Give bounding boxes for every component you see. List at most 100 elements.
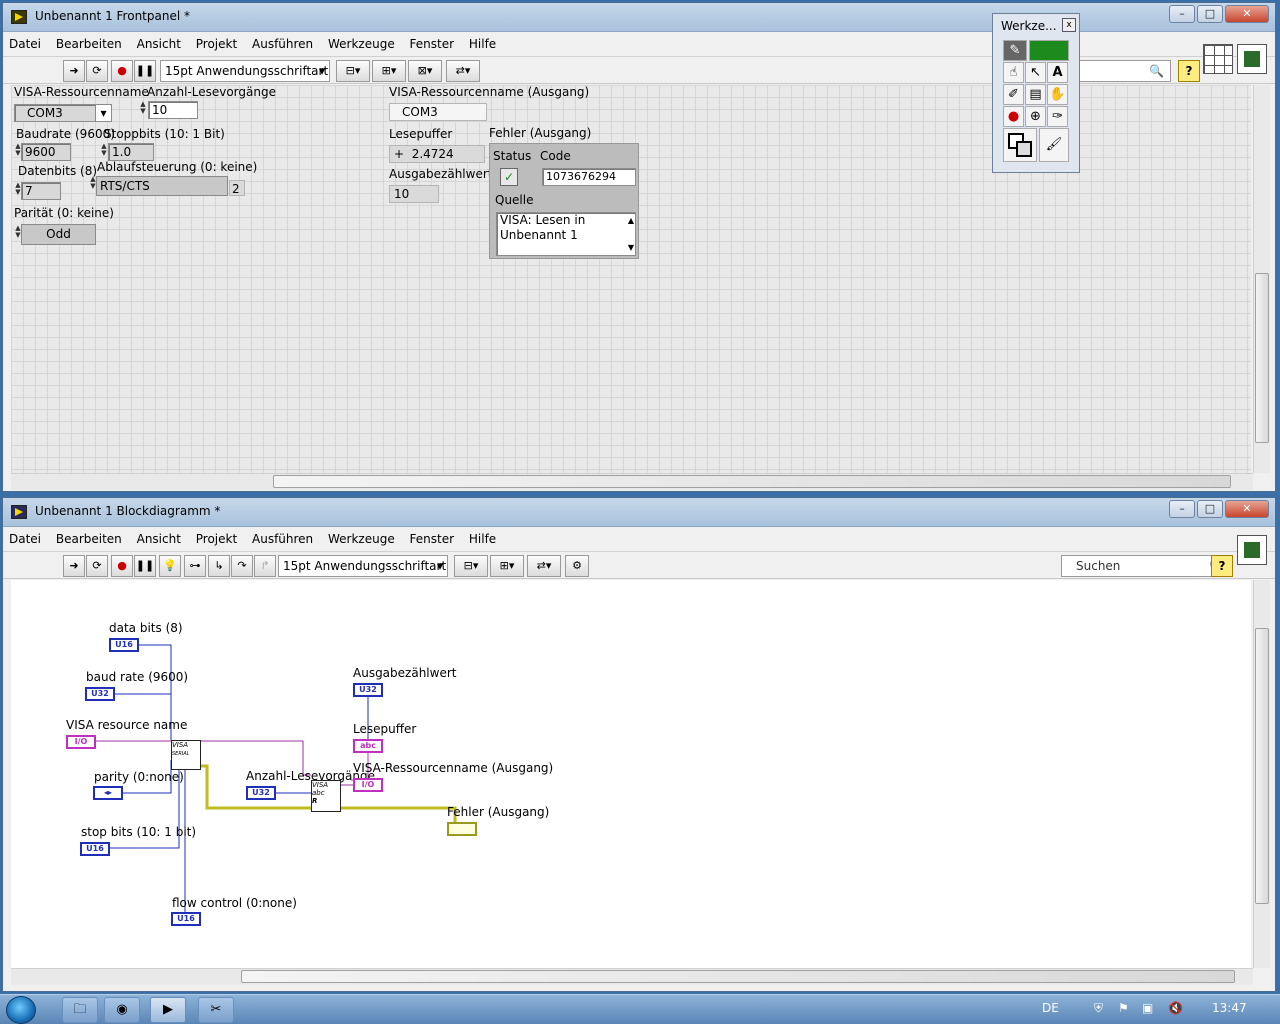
run-arrow-icon[interactable]: ➜ (63, 60, 85, 82)
font-selector[interactable]: 15pt Anwendungsschriftart ▾ (278, 555, 448, 577)
distribute-objects-icon[interactable]: ⊞▾ (372, 60, 406, 82)
frontpanel-titlebar[interactable]: Unbenannt 1 Frontpanel * – □ ✕ (3, 3, 1275, 32)
resize-objects-icon[interactable]: ⊠▾ (408, 60, 442, 82)
step-over-icon[interactable]: ↷ (231, 555, 253, 577)
menu-ausfuehren[interactable]: Ausführen (246, 33, 318, 51)
close-icon[interactable]: x (1062, 18, 1076, 32)
blockdiagram-horizontal-scrollbar[interactable] (11, 968, 1253, 985)
auto-tool-led-icon[interactable] (1029, 40, 1069, 61)
data-bits-terminal[interactable]: U16 (109, 638, 139, 652)
error-out-terminal[interactable] (447, 822, 477, 836)
run-arrow-icon[interactable]: ➜ (63, 555, 85, 577)
menu-ansicht[interactable]: Ansicht (131, 33, 186, 51)
reorder-icon[interactable]: ⇄▾ (446, 60, 480, 82)
explorer-taskbar-icon[interactable]: 🗀 (62, 997, 98, 1023)
retain-wire-values-icon[interactable]: ⊶ (184, 555, 206, 577)
return-count-terminal[interactable]: U32 (353, 683, 383, 697)
maximize-button[interactable]: □ (1197, 500, 1223, 518)
menu-bearbeiten[interactable]: Bearbeiten (50, 33, 127, 51)
clean-up-diagram-icon[interactable]: ⚙ (565, 555, 589, 577)
operate-value-icon[interactable]: ☝ (1003, 62, 1024, 83)
stop-bits-input[interactable]: 1.0 (108, 143, 154, 161)
firefox-taskbar-icon[interactable]: ◉ (104, 997, 140, 1023)
menu-fenster[interactable]: Fenster (404, 33, 460, 51)
tools-taskbar-icon[interactable]: ✂ (198, 997, 234, 1023)
chevron-down-icon[interactable]: ▾ (95, 105, 111, 121)
help-icon[interactable]: ? (1211, 555, 1233, 577)
frontpanel-hscroll-thumb[interactable] (273, 475, 1231, 488)
baud-rate-terminal[interactable]: U32 (85, 687, 115, 701)
distribute-objects-icon[interactable]: ⊞▾ (490, 555, 524, 577)
font-selector[interactable]: 15pt Anwendungsschriftart ▾ (160, 60, 330, 82)
frontpanel-vertical-scrollbar[interactable] (1253, 85, 1270, 473)
menu-ausfuehren[interactable]: Ausführen (246, 528, 318, 546)
breakpoint-icon[interactable]: ● (1003, 106, 1024, 127)
edit-text-icon[interactable]: A (1047, 62, 1068, 83)
blockdiagram-hscroll-thumb[interactable] (241, 970, 1235, 983)
visa-read-vi[interactable]: VISA abc R (311, 780, 341, 812)
menu-hilfe[interactable]: Hilfe (463, 33, 501, 51)
read-buffer-terminal[interactable]: abc (353, 739, 383, 753)
menu-ansicht[interactable]: Ansicht (131, 528, 186, 546)
menu-bearbeiten[interactable]: Bearbeiten (50, 528, 127, 546)
maximize-button[interactable]: □ (1197, 5, 1223, 23)
auto-tool-icon[interactable]: ✎ (1003, 40, 1027, 61)
read-count-terminal[interactable]: U32 (246, 786, 276, 800)
shortcut-menu-icon[interactable]: ▤ (1025, 84, 1046, 105)
menu-fenster[interactable]: Fenster (404, 528, 460, 546)
help-icon[interactable]: ? (1178, 60, 1200, 82)
volume-muted-icon[interactable]: 🔇 (1168, 1001, 1183, 1015)
menu-hilfe[interactable]: Hilfe (463, 528, 501, 546)
probe-icon[interactable]: ⊕ (1025, 106, 1046, 127)
scroll-down-icon[interactable]: ▼ (628, 240, 634, 255)
blockdiagram-titlebar[interactable]: Unbenannt 1 Blockdiagramm * – □ ✕ (3, 498, 1275, 527)
frontpanel-vscroll-thumb[interactable] (1255, 273, 1269, 443)
menu-werkzeuge[interactable]: Werkzeuge (322, 528, 400, 546)
brush-icon[interactable]: 🖌 (1039, 128, 1069, 162)
get-color-icon[interactable]: ✑ (1047, 106, 1068, 127)
parity-ring[interactable]: Odd (21, 224, 96, 245)
vi-icon[interactable] (1237, 535, 1267, 565)
align-objects-icon[interactable]: ⊟▾ (336, 60, 370, 82)
highlight-execution-icon[interactable]: 💡 (159, 555, 181, 577)
position-size-icon[interactable]: ↖ (1025, 62, 1046, 83)
pause-icon[interactable]: ❚❚ (134, 555, 156, 577)
flow-control-terminal[interactable]: U16 (171, 912, 201, 926)
baud-input[interactable]: 9600 (21, 143, 71, 161)
close-button[interactable]: ✕ (1225, 5, 1269, 23)
frontpanel-horizontal-scrollbar[interactable] (11, 473, 1253, 490)
abort-icon[interactable]: ● (111, 60, 133, 82)
run-continuously-icon[interactable]: ⟳ (86, 60, 108, 82)
scroll-up-icon[interactable]: ▲ (628, 213, 634, 228)
start-button[interactable] (6, 996, 36, 1024)
security-tray-icon[interactable]: ⛨ (1094, 1001, 1103, 1016)
menu-projekt[interactable]: Projekt (190, 528, 242, 546)
pause-icon[interactable]: ❚❚ (134, 60, 156, 82)
data-bits-input[interactable]: 7 (21, 182, 61, 200)
minimize-button[interactable]: – (1169, 5, 1195, 23)
read-count-input[interactable]: 10 (148, 101, 198, 119)
visa-out-terminal[interactable]: I/O (353, 778, 383, 792)
action-center-flag-icon[interactable]: ⚑ (1118, 1001, 1129, 1015)
abort-icon[interactable]: ● (111, 555, 133, 577)
blockdiagram-search-input[interactable]: Suchen🔍 (1061, 555, 1231, 577)
visa-resource-terminal[interactable]: I/O (66, 735, 96, 749)
language-indicator[interactable]: DE (1042, 1001, 1059, 1015)
connector-pane-icon[interactable] (1203, 44, 1233, 74)
run-continuously-icon[interactable]: ⟳ (86, 555, 108, 577)
menu-datei[interactable]: Datei (3, 33, 46, 51)
menu-werkzeuge[interactable]: Werkzeuge (322, 33, 400, 51)
step-into-icon[interactable]: ↳ (208, 555, 230, 577)
step-out-icon[interactable]: ↱ (254, 555, 276, 577)
flow-control-ring[interactable]: RTS/CTS (96, 176, 228, 196)
align-objects-icon[interactable]: ⊟▾ (454, 555, 488, 577)
visa-configure-serial-port-vi[interactable]: VISA SERIAL (171, 740, 201, 770)
labview-taskbar-icon[interactable]: ▶ (150, 997, 186, 1023)
blockdiagram-canvas[interactable]: data bits (8) U16 baud rate (9600) U32 V… (11, 580, 1251, 968)
visa-resource-control[interactable]: COM3 ▾ (14, 104, 112, 122)
set-color-icon[interactable] (1003, 128, 1037, 162)
blockdiagram-vscroll-thumb[interactable] (1255, 628, 1269, 904)
menu-datei[interactable]: Datei (3, 528, 46, 546)
network-tray-icon[interactable]: ▣ (1142, 1001, 1153, 1015)
connect-wire-icon[interactable]: ✐ (1003, 84, 1024, 105)
